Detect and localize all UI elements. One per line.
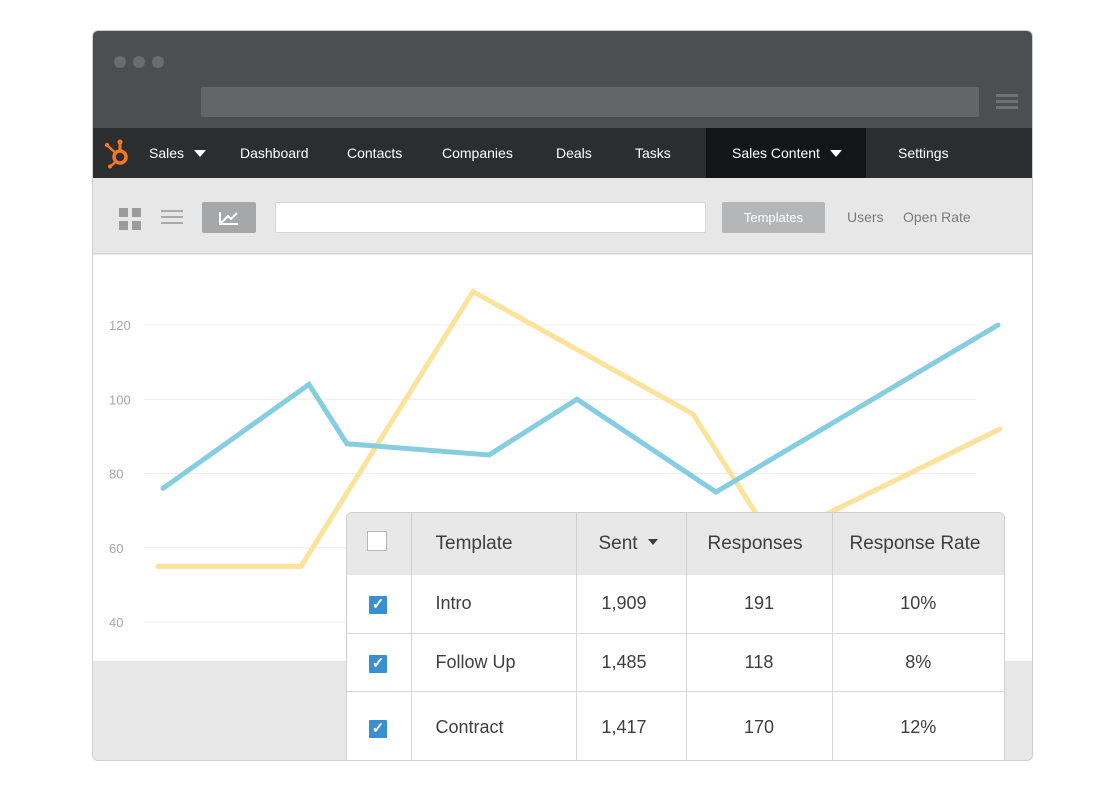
nav-dashboard[interactable]: Dashboard [240,128,309,178]
rate-cell: 8% [832,632,1004,691]
select-all-cell [347,513,412,575]
row-checkbox-cell: ✓ [347,632,412,691]
sort-down-icon[interactable] [647,539,658,546]
responses-column-header[interactable]: Responses [686,513,833,575]
templates-table-card: Template Sent Responses Response Rate ✓ … [346,512,1005,761]
nav-sales-content-label: Sales Content [732,145,820,161]
y-tick-label: 40 [109,615,123,630]
sent-header-label: Sent [598,533,638,554]
sent-cell: 1,485 [576,632,687,691]
top-nav: Sales Dashboard Contacts Companies Deals… [93,128,1032,178]
responses-cell: 191 [686,575,833,633]
chart-view-button[interactable] [202,202,256,233]
chevron-down-icon [194,149,207,157]
sent-cell: 1,417 [576,690,687,760]
table-row[interactable]: ✓ Intro 1,909 191 10% [347,575,1004,633]
rate-cell: 10% [900,593,937,614]
rate-cell: 12% [832,690,1004,760]
nav-sales-label: Sales [149,145,185,161]
window-maximize-dot[interactable] [152,56,164,68]
search-input[interactable] [275,202,706,233]
y-tick-label: 60 [109,541,123,556]
select-all-checkbox[interactable] [367,531,387,551]
browser-chrome [93,31,1032,128]
templates-table: Template Sent Responses Response Rate ✓ … [347,513,1004,760]
response-rate-column-header[interactable]: Response Rate [832,513,1004,575]
users-tab[interactable]: Users [847,202,884,233]
address-bar[interactable] [201,87,979,117]
sent-column-header[interactable]: Sent [576,513,687,575]
responses-cell: 118 [686,632,833,691]
line-chart-icon [219,212,238,225]
template-cell: Contract [411,690,577,760]
grid-view-icon[interactable] [119,208,141,230]
nav-settings[interactable]: Settings [898,128,949,178]
templates-button[interactable]: Templates [722,202,825,233]
y-tick-label: 100 [109,392,131,407]
nav-deals[interactable]: Deals [556,128,592,178]
nav-sales[interactable]: Sales [149,128,207,178]
row-checkbox[interactable]: ✓ [369,654,387,673]
nav-companies[interactable]: Companies [442,128,513,178]
template-column-header[interactable]: Template [411,513,577,575]
browser-menu-icon[interactable] [996,94,1018,110]
row-checkbox[interactable]: ✓ [369,596,387,615]
window-close-dot[interactable] [114,56,126,68]
y-tick-label: 80 [109,467,123,482]
row-checkbox-cell: ✓ [347,575,412,633]
chevron-down-icon [829,149,842,157]
table-row[interactable]: ✓ Contract 1,417 170 12% [347,690,1004,760]
row-checkbox[interactable]: ✓ [369,719,387,738]
row-checkbox-cell: ✓ [347,690,412,760]
list-view-icon[interactable] [161,210,183,226]
nav-sales-content[interactable]: Sales Content [706,128,866,178]
responses-cell: 170 [686,690,833,760]
hubspot-logo-icon[interactable] [103,137,133,169]
template-cell: Follow Up [411,632,577,691]
nav-contacts[interactable]: Contacts [347,128,402,178]
sent-cell: 1,909 [576,575,687,633]
table-header-row: Template Sent Responses Response Rate [347,513,1004,575]
y-tick-label: 120 [109,318,131,333]
nav-tasks[interactable]: Tasks [635,128,671,178]
content-toolbar: Templates Users Open Rate [93,178,1032,254]
template-cell: Intro [411,575,577,633]
open-rate-tab[interactable]: Open Rate [903,202,971,233]
table-row[interactable]: ✓ Follow Up 1,485 118 8% [347,632,1004,691]
window-minimize-dot[interactable] [133,56,145,68]
